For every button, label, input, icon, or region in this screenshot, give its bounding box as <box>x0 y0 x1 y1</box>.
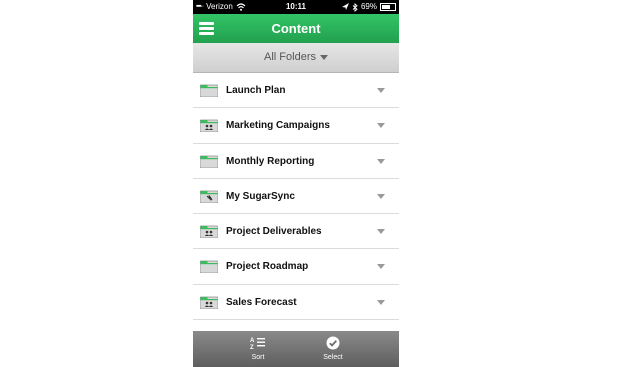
folder-row[interactable]: Sales Forecast <box>193 285 399 321</box>
chevron-down-icon[interactable] <box>377 193 385 199</box>
folder-name: Monthly Reporting <box>226 155 315 167</box>
folder-name: Project Deliverables <box>226 226 322 238</box>
select-button[interactable]: Select <box>303 331 363 367</box>
folder-icon <box>200 261 218 274</box>
chevron-down-icon[interactable] <box>377 123 385 129</box>
phone-screen: ▪▪▪·· Verizon 10:11 69% Content All Fold… <box>193 0 399 367</box>
chevron-down-icon[interactable] <box>377 229 385 235</box>
chevron-down-icon[interactable] <box>377 264 385 270</box>
status-bar: ▪▪▪·· Verizon 10:11 69% <box>193 0 399 14</box>
chevron-down-icon[interactable] <box>377 88 385 93</box>
sync-folder-icon <box>200 190 218 203</box>
folder-row[interactable]: My SugarSync <box>193 179 399 215</box>
folder-row[interactable]: Launch Plan <box>193 73 399 109</box>
svg-text:Z: Z <box>250 345 254 350</box>
sort-label: Sort <box>251 354 265 361</box>
folder-row[interactable]: Monthly Reporting <box>193 144 399 179</box>
folder-name: Marketing Campaigns <box>226 120 330 132</box>
battery-percent: 69% <box>360 2 377 11</box>
folder-name: Project Roadmap <box>226 261 309 273</box>
shared-folder-icon <box>200 296 218 309</box>
bottom-toolbar: A Z Sort Select <box>193 331 399 367</box>
folder-name: Launch Plan <box>226 85 286 96</box>
checkmark-circle-icon <box>326 336 340 350</box>
shared-folder-icon <box>200 225 218 239</box>
page-title: Content <box>271 21 321 36</box>
chevron-down-icon <box>319 54 328 60</box>
shared-folder-icon <box>200 119 218 133</box>
svg-text:A: A <box>250 338 255 344</box>
folder-filter-bar: All Folders <box>193 43 399 73</box>
folder-row[interactable]: Project Deliverables <box>193 214 399 250</box>
folder-filter-dropdown[interactable]: All Folders <box>193 43 399 72</box>
sort-button[interactable]: A Z Sort <box>228 331 288 367</box>
folder-row[interactable]: Project Roadmap <box>193 249 399 285</box>
folder-row[interactable]: Marketing Campaigns <box>193 108 399 144</box>
location-icon <box>341 3 349 10</box>
select-label: Select <box>323 354 343 361</box>
folder-name: Sales Forecast <box>226 296 297 308</box>
folder-name: My SugarSync <box>226 190 295 202</box>
nav-bar: Content <box>193 14 399 43</box>
bluetooth-icon <box>352 2 358 12</box>
folder-icon <box>200 155 218 168</box>
battery-icon <box>380 3 396 11</box>
sort-icon: A Z <box>250 338 265 350</box>
folder-icon <box>200 84 218 97</box>
status-right: 69% <box>341 0 396 14</box>
folder-list: Launch Plan Marketing Campaigns Monthly … <box>193 73 399 356</box>
chevron-down-icon[interactable] <box>377 299 385 305</box>
folder-filter-label: All Folders <box>264 51 316 63</box>
chevron-down-icon[interactable] <box>377 158 385 164</box>
